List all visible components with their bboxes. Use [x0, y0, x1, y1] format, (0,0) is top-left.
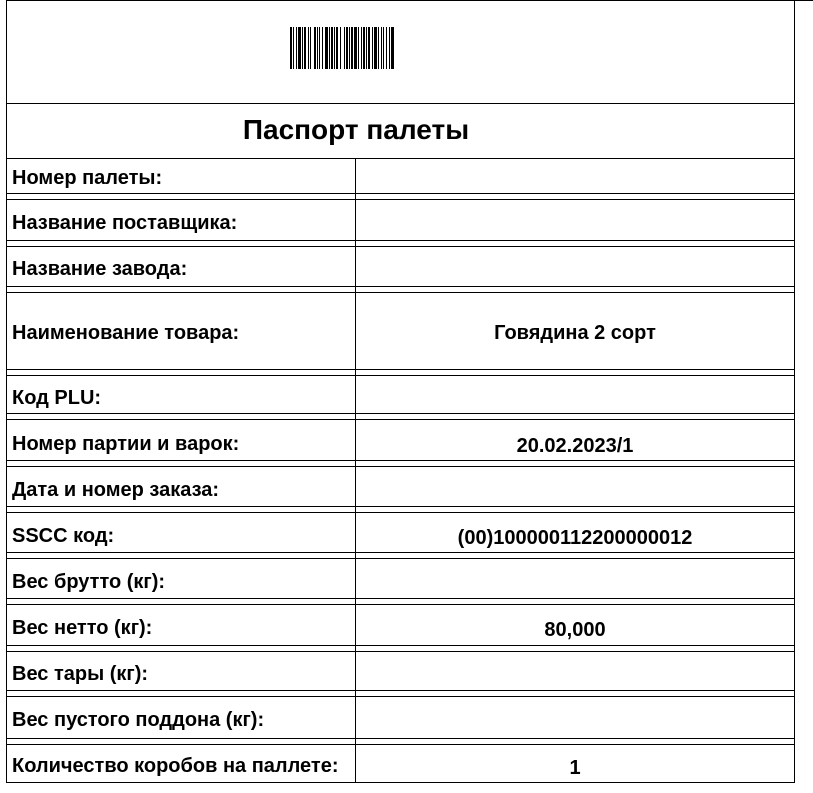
- barcode-bar: [296, 27, 297, 69]
- grid-line: [6, 286, 795, 287]
- barcode-bar: [331, 27, 333, 69]
- barcode-bar: [302, 27, 303, 69]
- barcode-bar: [310, 27, 311, 69]
- grid-line: [6, 0, 813, 1]
- row-label-pallet-number: Номер палеты:: [12, 167, 163, 189]
- barcode-bar: [389, 27, 390, 69]
- row-label-plu-code: Код PLU:: [12, 387, 102, 409]
- barcode-bar: [340, 27, 341, 69]
- barcode-bar: [290, 27, 292, 69]
- grid-line: [6, 738, 795, 739]
- grid-line: [6, 651, 795, 652]
- barcode-bar: [329, 27, 330, 69]
- grid-line: [6, 558, 795, 559]
- barcode-bar: [386, 27, 387, 69]
- barcode-bar: [372, 27, 373, 69]
- grid-line: [6, 199, 795, 200]
- grid-line: [6, 598, 795, 599]
- grid-line: [6, 466, 795, 467]
- barcode-bar: [308, 27, 309, 69]
- barcode-bar: [349, 27, 350, 69]
- grid-line: [6, 782, 795, 783]
- frame-right-border: [794, 0, 795, 782]
- barcode-bar: [317, 27, 318, 69]
- row-label-tare-weight: Вес тары (кг):: [12, 663, 149, 685]
- barcode-bar: [298, 27, 301, 69]
- grid-line: [6, 506, 795, 507]
- grid-line: [6, 696, 795, 697]
- barcode-bar: [378, 27, 379, 69]
- row-label-batch-number: Номер партии и варок:: [12, 433, 240, 455]
- grid-line: [6, 645, 795, 646]
- barcode-bar: [354, 27, 357, 69]
- grid-line: [6, 690, 795, 691]
- barcode-bar: [361, 27, 362, 69]
- row-value-box-count: 1: [569, 757, 581, 779]
- grid-line: [6, 512, 795, 513]
- barcode-bar: [344, 27, 345, 69]
- row-label-net-weight: Вес нетто (кг):: [12, 617, 153, 639]
- barcode-bar: [374, 27, 377, 69]
- grid-line: [6, 413, 795, 414]
- barcode-bar: [346, 27, 348, 69]
- row-label-box-count: Количество коробов на паллете:: [12, 755, 339, 777]
- barcode-bar: [358, 27, 359, 69]
- barcode-bar: [351, 27, 353, 69]
- row-label-factory-name: Название завода:: [12, 258, 188, 280]
- barcode-bar: [314, 27, 316, 69]
- barcode-bar: [336, 27, 338, 69]
- barcode-bar: [325, 27, 328, 69]
- row-label-gross-weight: Вес брутто (кг):: [12, 571, 166, 593]
- barcode-bar: [319, 27, 320, 69]
- grid-line: [6, 419, 795, 420]
- row-label-sscc-code: SSCC код:: [12, 525, 115, 547]
- row-value-sscc-code: (00)100000112200000012: [457, 527, 693, 549]
- grid-line: [6, 240, 795, 241]
- barcode-bar: [304, 27, 306, 69]
- row-label-order-date-number: Дата и номер заказа:: [12, 479, 220, 501]
- barcode-bar: [383, 27, 384, 69]
- barcode-bar: [366, 27, 367, 69]
- grid-line: [6, 375, 795, 376]
- grid-line: [6, 158, 795, 159]
- grid-line: [6, 604, 795, 605]
- document-title: Паспорт палеты: [242, 114, 470, 145]
- barcode-bar: [334, 27, 335, 69]
- row-label-supplier-name: Название поставщика:: [12, 212, 238, 234]
- row-value-product-name: Говядина 2 сорт: [494, 322, 656, 344]
- grid-line: [6, 460, 795, 461]
- grid-line: [6, 552, 795, 553]
- barcode-bar: [368, 27, 370, 69]
- row-value-net-weight: 80,000: [544, 619, 606, 641]
- barcode-bar: [381, 27, 382, 69]
- barcode-bar: [363, 27, 365, 69]
- barcode-image: [290, 27, 394, 69]
- grid-line: [6, 193, 795, 194]
- row-label-product-name: Наименование товара:: [12, 322, 240, 344]
- barcode-bar: [322, 27, 323, 69]
- row-label-empty-pallet-weight: Вес пустого поддона (кг):: [12, 709, 265, 731]
- row-value-batch-number: 20.02.2023/1: [516, 435, 634, 457]
- grid-line: [6, 246, 795, 247]
- grid-line: [6, 292, 795, 293]
- grid-line: [6, 369, 795, 370]
- grid-line: [6, 744, 795, 745]
- barcode-bar: [391, 27, 394, 69]
- column-divider: [355, 158, 356, 782]
- barcode-bar: [293, 27, 294, 69]
